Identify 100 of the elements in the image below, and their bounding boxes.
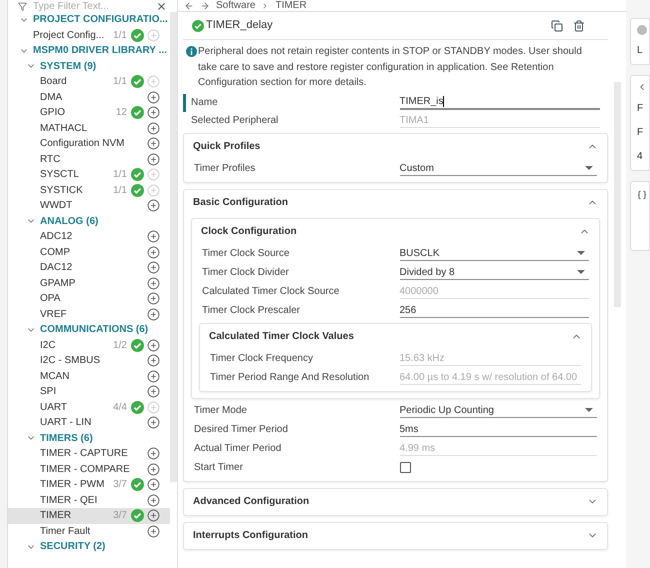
- section-title[interactable]: Quick Profiles: [193, 139, 260, 154]
- back-icon[interactable]: [184, 0, 194, 10]
- delete-icon[interactable]: [573, 20, 585, 32]
- tree-category[interactable]: TIMERS (6): [40, 430, 93, 446]
- breadcrumb-item[interactable]: Software: [216, 0, 256, 13]
- tree-item[interactable]: Configuration NVM: [8, 136, 170, 152]
- module-label: Board: [40, 75, 67, 90]
- add-icon[interactable]: [147, 447, 160, 460]
- module-count: 3/7: [113, 478, 127, 492]
- add-icon[interactable]: [147, 246, 160, 259]
- tree-item[interactable]: Board 1/1: [8, 74, 170, 90]
- tree-item[interactable]: Project Config... 1/1: [8, 28, 170, 43]
- caret-icon: [585, 408, 593, 412]
- tree-category[interactable]: MSPM0 DRIVER LIBRARY ...: [33, 43, 167, 58]
- tree-item[interactable]: MATHACL: [8, 120, 170, 136]
- add-icon[interactable]: [147, 494, 160, 507]
- tree-item[interactable]: Timer Fault: [8, 524, 170, 539]
- field-label: Start Timer: [194, 461, 244, 475]
- section-title[interactable]: Advanced Configuration: [193, 494, 310, 509]
- module-label: COMP: [40, 246, 70, 260]
- input-field[interactable]: 256: [400, 304, 589, 318]
- tree-item[interactable]: VREF: [8, 306, 170, 322]
- tree-category[interactable]: COMMUNICATIONS (6): [40, 322, 148, 338]
- breadcrumb-item[interactable]: TIMER: [275, 0, 307, 13]
- module-label: ADC12: [40, 230, 72, 244]
- add-icon[interactable]: [147, 137, 160, 150]
- add-icon[interactable]: [147, 478, 160, 492]
- tree-item[interactable]: WWDT: [8, 198, 170, 214]
- check-circle-icon: [131, 28, 144, 42]
- tree-category[interactable]: SECURITY (2): [40, 539, 106, 554]
- section-title[interactable]: Basic Configuration: [193, 195, 288, 210]
- add-icon[interactable]: [147, 106, 160, 120]
- close-icon[interactable]: [156, 0, 167, 12]
- tree-item[interactable]: ADC12: [8, 229, 170, 244]
- dropdown-field[interactable]: Custom: [400, 162, 597, 176]
- add-icon[interactable]: [147, 292, 160, 306]
- tree-item[interactable]: TIMER - QEI: [8, 492, 170, 508]
- input-field[interactable]: 5ms: [400, 422, 597, 436]
- add-icon[interactable]: [147, 370, 160, 383]
- tree-item[interactable]: GPAMP: [8, 276, 170, 291]
- module-label: SPI: [40, 385, 56, 400]
- add-icon[interactable]: [147, 308, 160, 321]
- tree-item[interactable]: TIMER - CAPTURE: [8, 446, 170, 462]
- caret-icon: [577, 251, 585, 255]
- tree-item[interactable]: SYSCTL 1/1: [8, 167, 170, 182]
- tree-item[interactable]: COMP: [8, 244, 170, 260]
- add-icon[interactable]: [147, 199, 160, 212]
- module-label: I2C: [40, 338, 56, 353]
- check-circle-icon: [131, 75, 144, 88]
- scrollbar[interactable]: [170, 12, 177, 482]
- tree-item[interactable]: I2C 1/2: [8, 338, 170, 353]
- dropdown-field[interactable]: Periodic Up Counting: [400, 404, 597, 418]
- tree-item[interactable]: DMA: [8, 90, 170, 105]
- checkbox[interactable]: [400, 462, 410, 473]
- section-title[interactable]: Clock Configuration: [201, 224, 297, 239]
- add-icon[interactable]: [147, 338, 160, 352]
- section-title[interactable]: Interrupts Configuration: [193, 528, 308, 543]
- copy-icon[interactable]: [551, 20, 563, 32]
- tree-item[interactable]: DAC12: [8, 260, 170, 276]
- check-circle-icon: [131, 478, 144, 492]
- module-count: 1/1: [113, 168, 127, 182]
- module-label: TIMER - PWM: [40, 478, 104, 492]
- tree-category[interactable]: ANALOG (6): [40, 214, 98, 229]
- add-icon[interactable]: [147, 462, 160, 476]
- section-title[interactable]: Calculated Timer Clock Values: [209, 329, 354, 344]
- add-icon[interactable]: [147, 509, 160, 522]
- tree-item[interactable]: UART 4/4: [8, 400, 170, 415]
- dropdown-field[interactable]: Divided by 8: [400, 266, 589, 280]
- module-label: RTC: [40, 152, 60, 167]
- field-label: Timer Period Range And Resolution: [210, 371, 370, 385]
- add-icon[interactable]: [147, 385, 160, 398]
- tree-category[interactable]: SYSTEM (9): [40, 58, 96, 74]
- tree-item[interactable]: TIMER 3/7: [8, 508, 170, 524]
- tree-item[interactable]: SYSTICK 1/1: [8, 182, 170, 198]
- tree-item[interactable]: MCAN: [8, 368, 170, 384]
- module-label: MCAN: [40, 370, 70, 384]
- check-circle-icon: [131, 184, 144, 197]
- module-label: TIMER - QEI: [40, 494, 98, 508]
- add-icon[interactable]: [147, 122, 160, 135]
- tree-item[interactable]: SPI: [8, 384, 170, 400]
- tree-item[interactable]: GPIO 12: [8, 105, 170, 120]
- add-icon[interactable]: [147, 152, 160, 166]
- add-icon[interactable]: [147, 354, 160, 368]
- forward-icon[interactable]: [200, 0, 210, 10]
- tree-item[interactable]: I2C - SMBUS: [8, 353, 170, 368]
- tree-item[interactable]: RTC: [8, 152, 170, 167]
- add-icon[interactable]: [147, 90, 160, 104]
- add-icon[interactable]: [147, 230, 160, 244]
- tree-category[interactable]: PROJECT CONFIGURATIO...: [33, 12, 168, 28]
- add-icon[interactable]: [147, 524, 160, 538]
- add-icon[interactable]: [147, 276, 160, 290]
- tree-item[interactable]: UART - LIN: [8, 415, 170, 430]
- tree-item[interactable]: TIMER - PWM 3/7: [8, 477, 170, 492]
- tree-item[interactable]: TIMER - COMPARE: [8, 462, 170, 477]
- input-field[interactable]: TIMER_is: [400, 96, 600, 110]
- add-icon[interactable]: [147, 261, 160, 274]
- module-count: 4/4: [113, 400, 127, 415]
- tree-item[interactable]: OPA: [8, 291, 170, 306]
- add-icon[interactable]: [147, 416, 160, 430]
- dropdown-field[interactable]: BUSCLK: [400, 246, 589, 260]
